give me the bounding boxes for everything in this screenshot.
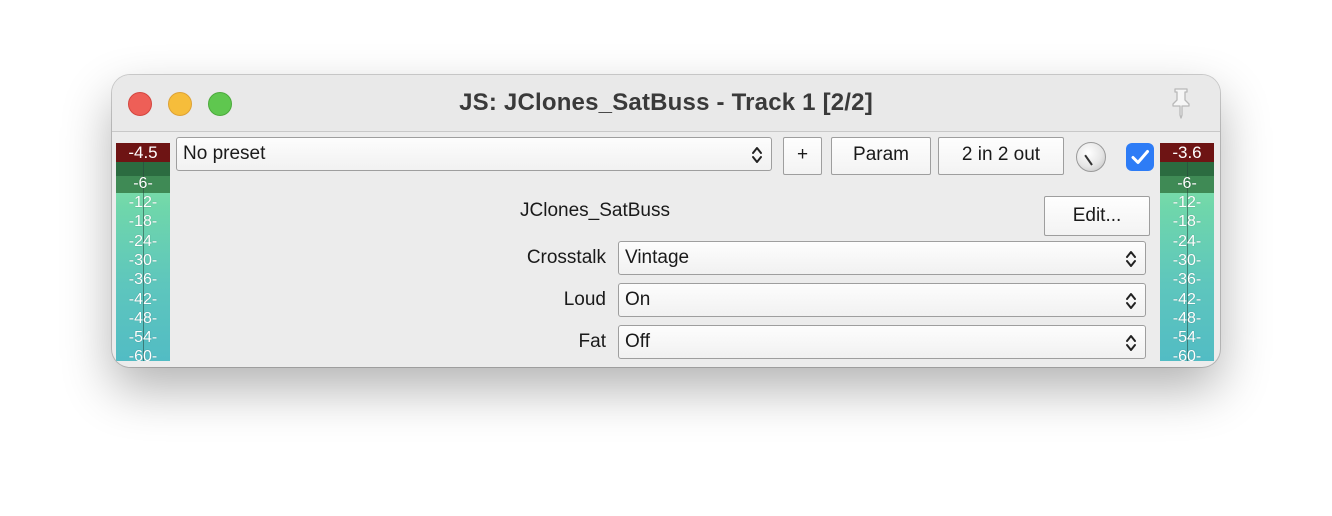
loud-select[interactable]: On [618,283,1146,317]
plugin-window: JS: JClones_SatBuss - Track 1 [2/2] -4.5… [112,75,1220,367]
io-routing-button[interactable]: 2 in 2 out [938,137,1064,175]
edit-button[interactable]: Edit... [1044,196,1150,236]
title-bar[interactable]: JS: JClones_SatBuss - Track 1 [2/2] [112,75,1220,132]
meter-tick: -18- [128,213,158,230]
meter-tick: -24- [1172,233,1202,250]
wet-dry-knob[interactable] [1076,142,1106,172]
meter-tick: -12- [128,194,158,211]
output-peak-readout[interactable]: -3.6 [1160,143,1214,162]
chevron-updown-icon [1126,335,1136,351]
meter-tick: -48- [1172,310,1202,327]
preset-value: No preset [183,143,266,164]
loud-value: On [625,289,651,310]
meter-tick: -60- [128,348,158,362]
meter-tick: -12- [1172,194,1202,211]
bypass-checkbox[interactable] [1126,143,1154,171]
add-preset-button[interactable]: + [783,137,822,175]
meter-tick: -54- [128,329,158,346]
fat-select[interactable]: Off [618,325,1146,359]
meter-tick: -60- [1172,348,1202,362]
input-peak-readout[interactable]: -4.5 [116,143,170,162]
meter-tick: -36- [128,271,158,288]
meter-tick: -6- [1177,175,1197,192]
chevron-updown-icon [752,147,762,163]
checkmark-icon [1131,150,1149,164]
param-button[interactable]: Param [831,137,931,175]
meter-tick: -42- [1172,291,1202,308]
window-title: JS: JClones_SatBuss - Track 1 [2/2] [459,89,873,116]
plugin-name: JClones_SatBuss [520,200,670,221]
param-label-loud: Loud [563,289,606,310]
meter-tick: -18- [1172,213,1202,230]
crosstalk-value: Vintage [625,247,690,268]
chevron-updown-icon [1126,293,1136,309]
meter-tick: -48- [128,310,158,327]
pin-icon[interactable] [1164,85,1198,119]
meter-tick: -54- [1172,329,1202,346]
meter-tick: -30- [1172,252,1202,269]
param-label-crosstalk: Crosstalk [526,247,606,268]
meter-tick: -42- [128,291,158,308]
knob-pointer [1084,154,1093,166]
fat-value: Off [625,331,650,352]
meter-tick: -30- [128,252,158,269]
input-meter: -4.5 -6- -12- -18- -24- -30- -36- -42- -… [116,143,170,361]
meter-tick: -36- [1172,271,1202,288]
crosstalk-select[interactable]: Vintage [618,241,1146,275]
meter-tick: -24- [128,233,158,250]
preset-select[interactable]: No preset [176,137,772,171]
meter-tick: -6- [133,175,153,192]
param-label-fat: Fat [578,331,606,352]
chevron-updown-icon [1126,251,1136,267]
output-meter: -3.6 -6- -12- -18- -24- -30- -36- -42- -… [1160,143,1214,361]
